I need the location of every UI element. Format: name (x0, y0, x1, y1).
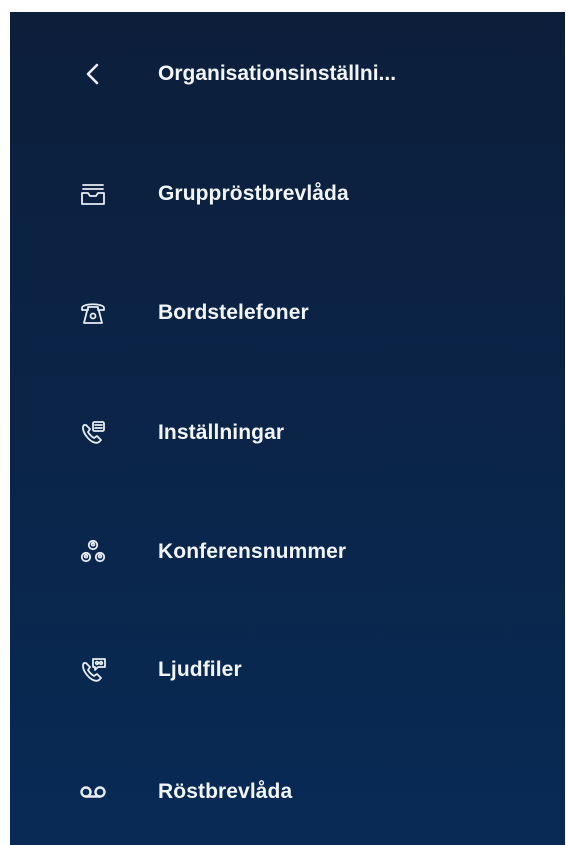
menu-item-group-voicemail[interactable]: Gruppröstbrevlåda (10, 164, 565, 224)
menu-item-settings[interactable]: Inställningar (10, 403, 565, 463)
menu-item-label: Konferensnummer (158, 540, 347, 563)
phone-audio-icon (78, 655, 108, 685)
phone-settings-icon (78, 418, 108, 448)
menu-item-label: Inställningar (158, 421, 285, 444)
voicemail-icon (78, 777, 108, 807)
menu-item-conference-numbers[interactable]: Konferensnummer (10, 522, 565, 582)
menu-item-label: Gruppröstbrevlåda (158, 182, 349, 205)
inbox-tray-icon (78, 179, 108, 209)
back-to-organisation-settings[interactable]: Organisationsinställni... (10, 44, 565, 104)
page-title: Organisationsinställni... (158, 62, 397, 85)
menu-item-desk-phones[interactable]: Bordstelefoner (10, 283, 565, 343)
chevron-left-icon[interactable] (78, 59, 108, 89)
menu-item-voicemail[interactable]: Röstbrevlåda (10, 762, 565, 822)
desk-phone-icon (78, 298, 108, 328)
menu-item-label: Bordstelefoner (158, 301, 309, 324)
conference-people-icon (78, 537, 108, 567)
menu-item-audio-files[interactable]: Ljudfiler (10, 640, 565, 700)
settings-sidebar-panel: Organisationsinställni... Gruppröstbrevl… (10, 12, 565, 845)
menu-item-label: Ljudfiler (158, 658, 242, 681)
menu-item-label: Röstbrevlåda (158, 780, 293, 803)
